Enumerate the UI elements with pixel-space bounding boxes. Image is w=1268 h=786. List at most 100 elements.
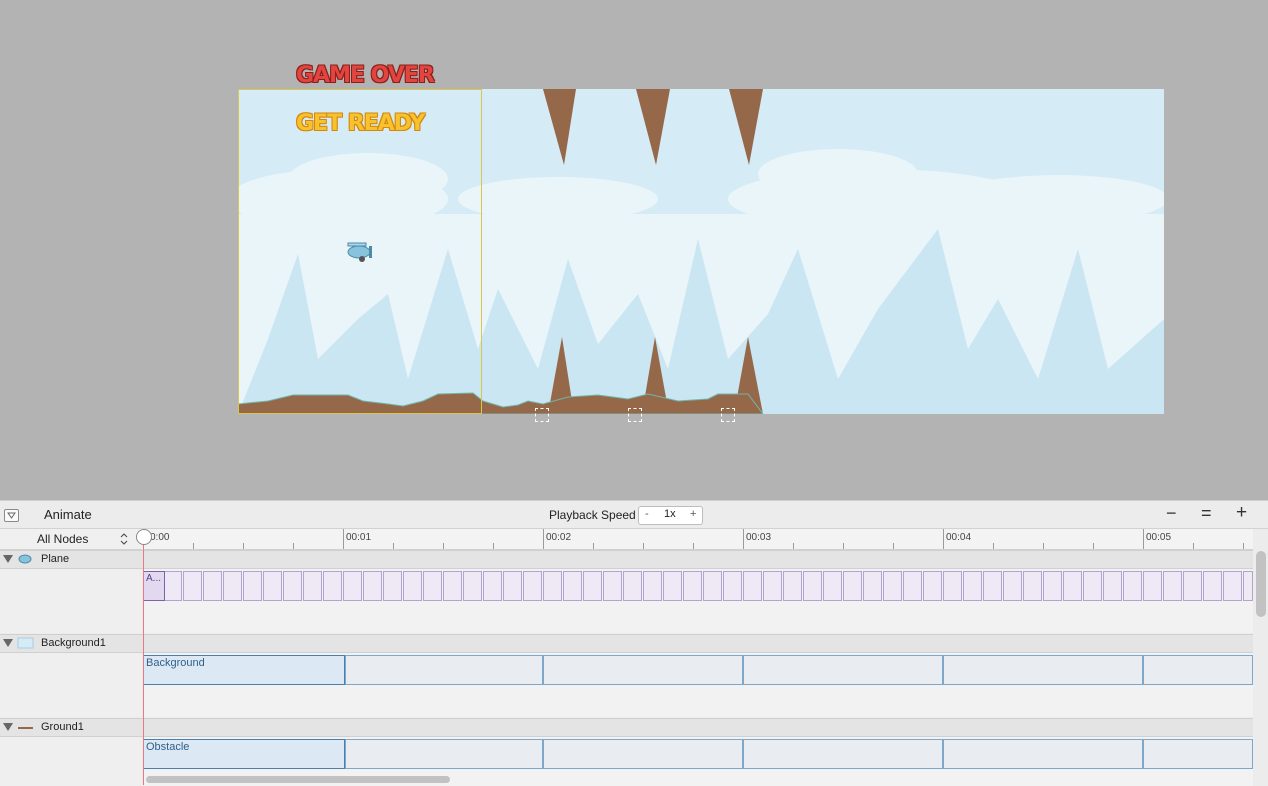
keyframe-cell[interactable] — [1203, 571, 1222, 601]
node-row-plane[interactable]: Plane — [0, 550, 1253, 569]
keyframe-cell[interactable] — [1023, 571, 1042, 601]
node-row-ground1[interactable]: Ground1 — [0, 718, 1253, 737]
keyframe-cell[interactable] — [363, 571, 382, 601]
plane-sprite[interactable] — [344, 240, 374, 264]
game-scene[interactable] — [238, 89, 1164, 414]
keyframe-cell[interactable] — [723, 571, 742, 601]
keyframe-cell[interactable] — [323, 571, 342, 601]
keyframe-cell[interactable] — [1103, 571, 1122, 601]
keyframe-cell[interactable] — [663, 571, 682, 601]
keyframe-cell[interactable] — [1123, 571, 1142, 601]
keyframe-cell[interactable] — [163, 571, 182, 601]
keyframe-cell[interactable] — [1083, 571, 1102, 601]
keyframe-cell[interactable] — [763, 571, 782, 601]
keyframe-cell[interactable] — [1243, 571, 1253, 601]
keyframe-cell[interactable] — [223, 571, 242, 601]
clip-repeat — [1143, 739, 1253, 769]
tick-label: 00:03 — [746, 532, 772, 543]
ruler-major-tick — [343, 529, 344, 549]
animation-clip-background[interactable]: Background — [143, 655, 345, 685]
keyframe-cell[interactable] — [1183, 571, 1202, 601]
keyframe-cell[interactable] — [1163, 571, 1182, 601]
keyframe-cell[interactable] — [863, 571, 882, 601]
keyframe-cell[interactable] — [963, 571, 982, 601]
keyframe-cell[interactable] — [463, 571, 482, 601]
keyframe-cell[interactable] — [403, 571, 422, 601]
keyframe-cell[interactable] — [583, 571, 602, 601]
keyframe-cell[interactable] — [183, 571, 202, 601]
node-filter-select[interactable]: All Nodes — [0, 529, 142, 550]
keyframe-cell[interactable] — [943, 571, 962, 601]
disclosure-triangle-icon[interactable] — [3, 723, 13, 731]
keyframe-cell[interactable] — [563, 571, 582, 601]
keyframe-cell[interactable] — [623, 571, 642, 601]
tick-label: 00:05 — [1146, 532, 1172, 543]
keyframe-cell[interactable] — [383, 571, 402, 601]
disclosure-triangle-icon[interactable] — [3, 639, 13, 647]
clip-repeat — [743, 739, 943, 769]
ruler-minor-tick — [593, 543, 594, 549]
plane-track[interactable]: A... — [143, 569, 1253, 633]
playback-speed-label: Playback Speed — [549, 508, 636, 522]
scene-artwork — [238, 89, 1164, 414]
tick-label: 00:02 — [546, 532, 572, 543]
keyframe-cell[interactable] — [883, 571, 902, 601]
keyframe-cell[interactable] — [283, 571, 302, 601]
keyframe-cell[interactable] — [1063, 571, 1082, 601]
playhead-handle[interactable] — [136, 529, 152, 545]
keyframe-cell[interactable] — [343, 571, 362, 601]
keyframe-cell[interactable] — [643, 571, 662, 601]
vertical-scrollbar[interactable] — [1256, 551, 1266, 617]
zoom-out-button[interactable]: − — [1166, 503, 1177, 524]
keyframe-cell[interactable] — [1143, 571, 1162, 601]
animation-clip-plane[interactable]: A... — [143, 571, 165, 601]
ruler-minor-tick — [493, 543, 494, 549]
keyframe-cell[interactable] — [523, 571, 542, 601]
node-name: Plane — [41, 553, 70, 565]
animation-clip-obstacle[interactable]: Obstacle — [143, 739, 345, 769]
keyframe-cell[interactable] — [1223, 571, 1242, 601]
obstacle-anchor-2[interactable] — [628, 408, 642, 422]
playback-speed-stepper[interactable]: - 1x + — [638, 506, 703, 525]
keyframe-cell[interactable] — [603, 571, 622, 601]
keyframe-cell[interactable] — [923, 571, 942, 601]
keyframe-cell[interactable] — [703, 571, 722, 601]
tick-label: 00:04 — [946, 532, 972, 543]
keyframe-cell[interactable] — [483, 571, 502, 601]
keyframe-cell[interactable] — [243, 571, 262, 601]
canvas-area[interactable]: GAME OVER GET READY — [0, 0, 1268, 500]
keyframe-cell[interactable] — [1043, 571, 1062, 601]
keyframe-cell[interactable] — [543, 571, 562, 601]
speed-decrease-button[interactable]: - — [645, 508, 649, 520]
keyframe-cell[interactable] — [443, 571, 462, 601]
get-ready-label[interactable]: GET READY — [296, 111, 425, 136]
keyframe-cell[interactable] — [983, 571, 1002, 601]
node-row-background1[interactable]: Background1 — [0, 634, 1253, 653]
keyframe-cell[interactable] — [423, 571, 442, 601]
horizontal-scrollbar[interactable] — [146, 776, 450, 783]
ruler-major-tick — [943, 529, 944, 549]
node-name: Ground1 — [41, 721, 84, 733]
keyframe-cell[interactable] — [903, 571, 922, 601]
keyframe-cell[interactable] — [743, 571, 762, 601]
keyframe-cell[interactable] — [823, 571, 842, 601]
keyframe-cell[interactable] — [303, 571, 322, 601]
keyframe-cell[interactable] — [783, 571, 802, 601]
keyframe-cell[interactable] — [263, 571, 282, 601]
speed-increase-button[interactable]: + — [690, 508, 696, 520]
time-ruler[interactable]: 0:00 00:01 00:02 00:03 00:04 00:05 — [143, 529, 1253, 550]
background-track[interactable]: Background — [143, 653, 1253, 717]
keyframe-cell[interactable] — [803, 571, 822, 601]
disclosure-triangle-icon[interactable] — [3, 555, 13, 563]
zoom-fit-button[interactable]: = — [1201, 503, 1212, 524]
keyframe-cell[interactable] — [203, 571, 222, 601]
keyframe-cell[interactable] — [503, 571, 522, 601]
keyframe-cell[interactable] — [843, 571, 862, 601]
keyframe-cell[interactable] — [1003, 571, 1022, 601]
game-over-label[interactable]: GAME OVER — [296, 63, 435, 88]
obstacle-anchor-3[interactable] — [721, 408, 735, 422]
panel-collapse-icon[interactable] — [4, 509, 19, 522]
keyframe-cell[interactable] — [683, 571, 702, 601]
obstacle-anchor-1[interactable] — [535, 408, 549, 422]
zoom-in-button[interactable]: + — [1236, 502, 1247, 524]
